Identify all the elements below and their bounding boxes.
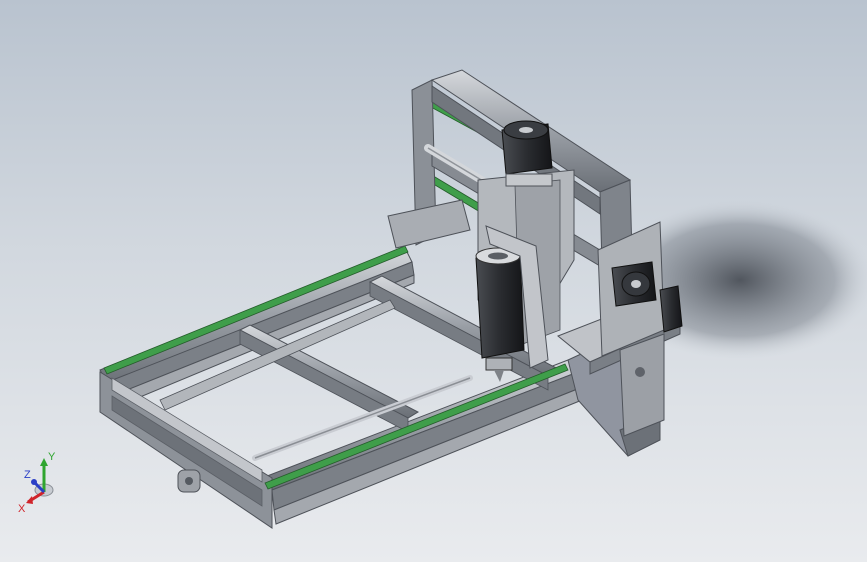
coordinate-triad: Y Z X xyxy=(18,451,56,515)
x-axis-label: X xyxy=(18,503,26,515)
y-leg-plate[interactable] xyxy=(619,333,665,437)
rail-left xyxy=(103,245,409,375)
y-stepper-motor[interactable] xyxy=(611,261,657,307)
z-axis-label: Z xyxy=(24,469,31,481)
rear-aux-motor[interactable] xyxy=(659,285,683,333)
graphics-viewport[interactable]: Y Z X xyxy=(0,0,867,562)
y-axis-label: Y xyxy=(48,451,56,463)
base-frame[interactable] xyxy=(99,247,661,529)
gantry-side-plate[interactable] xyxy=(387,199,471,249)
cross-member-1[interactable] xyxy=(238,324,420,419)
rail-right xyxy=(264,363,569,490)
cnc-router-model[interactable] xyxy=(0,0,867,562)
z-stepper-motor[interactable] xyxy=(501,120,553,187)
